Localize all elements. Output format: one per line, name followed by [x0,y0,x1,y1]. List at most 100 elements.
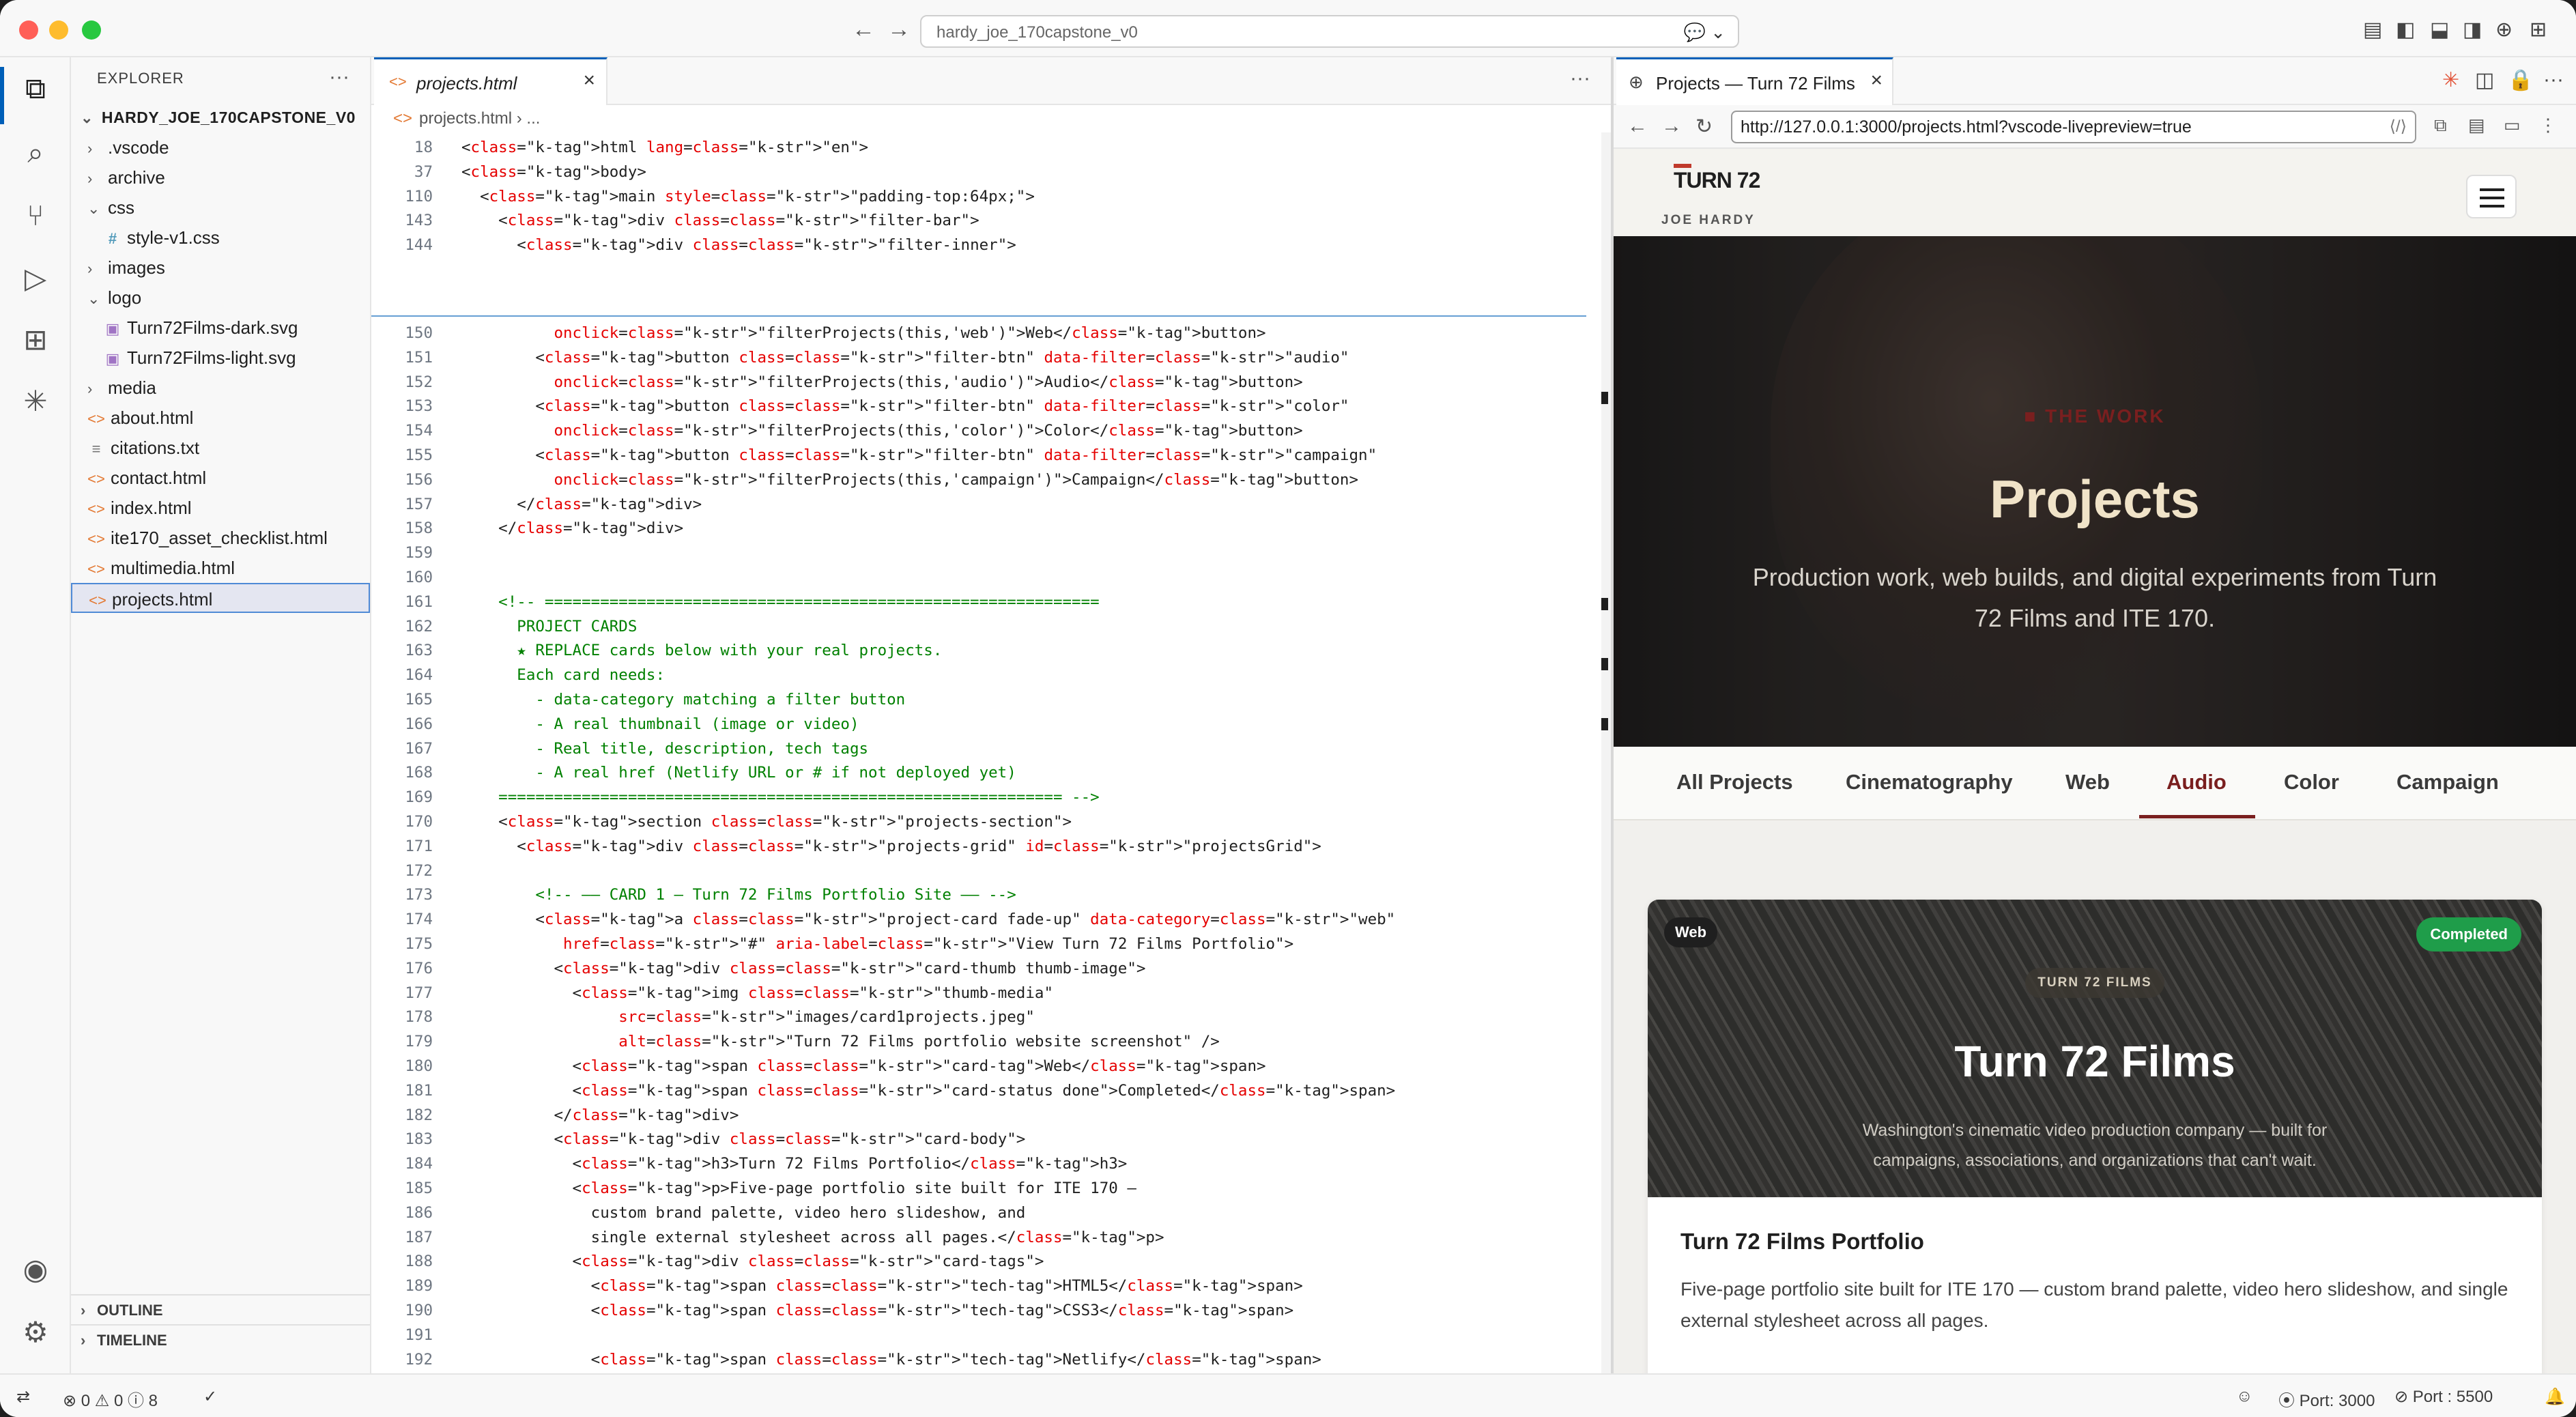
url-input[interactable]: http://127.0.0.1:3000/projects.html?vsco… [1731,111,2416,143]
more-actions-icon[interactable]: ⋮ [2539,115,2557,136]
code-line[interactable]: 181 <class="k-tag">span class=class="k-s… [371,1078,1586,1103]
code-line[interactable]: 159 [371,541,1586,565]
toggle-secondary-sidebar-icon[interactable]: ◨ [2463,18,2482,42]
breadcrumb-file[interactable]: projects.html [419,109,512,128]
code-line[interactable]: 190 <class="k-tag">span class=class="k-s… [371,1298,1586,1323]
back-arrow-icon[interactable]: ← [1627,115,1648,138]
file-item[interactable]: ▣ Turn72Films-light.svg [71,343,370,373]
customize-layout-icon[interactable]: ⊞ [2530,18,2547,42]
workspace-root[interactable]: ⌄ HARDY_JOE_170CAPSTONE_V0 [71,102,370,132]
close-tab-icon[interactable]: × [583,69,595,92]
code-line[interactable]: 168 - A real href (Netlify URL or # if n… [371,760,1586,785]
globe-icon[interactable]: ⊕ [2495,18,2513,42]
toggle-sidebar-icon[interactable]: ▤ [2363,18,2382,42]
file-item[interactable]: # style-v1.css [71,223,370,253]
breadcrumb-symbol[interactable]: ... [526,109,540,128]
code-line[interactable]: 166 - A real thumbnail (image or video) [371,712,1586,736]
code-line[interactable]: 187 single external stylesheet across al… [371,1225,1586,1250]
editor-scrollbar[interactable] [1601,132,1611,1373]
forward-arrow-icon[interactable]: → [887,16,911,43]
code-line[interactable]: 177 <class="k-tag">img class=class="k-st… [371,981,1586,1005]
site-logo[interactable]: TURN 72 [1674,164,1760,193]
code-line[interactable]: 186 custom brand palette, video hero sli… [371,1201,1586,1225]
lock-icon[interactable]: 🔒 [2508,68,2533,92]
code-line[interactable]: 172 [371,859,1586,883]
copilot-icon[interactable]: ☺ [2236,1387,2253,1406]
file-item[interactable]: <> about.html [71,403,370,433]
code-line[interactable]: 154 onclick=class="k-str">"filterProject… [371,418,1586,443]
file-item[interactable]: ≡ citations.txt [71,433,370,463]
filter-audio[interactable]: Audio [2166,770,2227,795]
code-line[interactable]: 174 <class="k-tag">a class=class="k-str"… [371,907,1586,932]
split-editor-icon[interactable]: ◫ [2475,68,2494,92]
code-line[interactable]: 161 <!-- ===============================… [371,590,1586,614]
code-line[interactable]: 160 [371,565,1586,590]
code-line[interactable]: 183 <class="k-tag">div class=class="k-st… [371,1127,1586,1151]
command-center[interactable]: hardy_joe_170capstone_v0 💬 ⌄ [920,15,1739,48]
code-line[interactable]: 173 <!-- —— CARD 1 — Turn 72 Films Portf… [371,883,1586,907]
code-line[interactable]: 167 - Real title, description, tech tags [371,736,1586,761]
code-line[interactable]: 155 <class="k-tag">button class=class="k… [371,443,1586,468]
code-line[interactable]: 37 <class="k-tag">body> [371,160,1586,184]
code-editor[interactable]: 18 <class="k-tag">html lang=class="k-str"… [371,132,1775,1417]
reload-icon[interactable]: ↻ [1695,115,1713,139]
code-line[interactable]: 153 <class="k-tag">button class=class="k… [371,394,1586,418]
code-line[interactable]: 179 alt=class="k-str">"Turn 72 Films por… [371,1029,1586,1054]
code-line[interactable]: 110 <class="k-tag">main style=class="k-s… [371,184,1586,209]
tab-projects-html[interactable]: <> projects.html × [374,57,607,105]
folder-item[interactable]: › archive [71,162,370,192]
filter-web[interactable]: Web [2065,770,2110,795]
back-arrow-icon[interactable]: ← [852,16,875,43]
close-window-button[interactable] [19,20,38,40]
more-actions-icon[interactable]: ··· [2543,68,2564,91]
code-line[interactable]: 185 <class="k-tag">p>Five-page portfolio… [371,1176,1586,1201]
code-line[interactable]: 175 href=class="k-str">"#" aria-label=cl… [371,932,1586,956]
open-in-browser-icon[interactable]: ⧉ [2434,115,2447,137]
file-item[interactable]: <> contact.html [71,463,370,493]
folder-item[interactable]: › .vscode [71,132,370,162]
code-line[interactable]: 156 onclick=class="k-str">"filterProject… [371,468,1586,492]
filter-all-projects[interactable]: All Projects [1676,770,1793,795]
code-line[interactable]: 18 <class="k-tag">html lang=class="k-str"… [371,135,1586,160]
code-line[interactable]: 189 <class="k-tag">span class=class="k-s… [371,1274,1586,1298]
more-actions-icon[interactable]: ··· [329,66,349,89]
folder-item[interactable]: ⌄ logo [71,283,370,313]
find-icon[interactable]: ▤ [2468,115,2485,136]
code-line[interactable]: 184 <class="k-tag">h3>Turn 72 Films Port… [371,1151,1586,1176]
code-line[interactable]: 143 <class="k-tag">div class=class="k-st… [371,208,1586,233]
explorer-files-icon[interactable]: ⧉ [16,70,55,108]
menu-hamburger-icon[interactable] [2466,175,2517,218]
remote-indicator-icon[interactable]: ⇄ [16,1387,30,1407]
editor-more-actions-icon[interactable]: ··· [1570,67,1590,90]
tab-live-preview[interactable]: ⊕ Projects — Turn 72 Films × [1616,57,1893,105]
timeline-section[interactable]: › TIMELINE [71,1324,370,1354]
code-line[interactable]: 191 [371,1323,1586,1347]
code-line[interactable]: 152 onclick=class="k-str">"filterProject… [371,370,1586,395]
outline-section[interactable]: › OUTLINE [71,1294,370,1324]
toggle-panel-icon[interactable]: ⬓ [2430,18,2449,42]
folder-item[interactable]: › images [71,253,370,283]
code-line[interactable]: 178 src=class="k-str">"images/card1proje… [371,1005,1586,1029]
code-line[interactable]: 157 </class="k-tag">div> [371,492,1586,517]
file-item[interactable]: <> projects.html [71,583,370,613]
run-debug-icon[interactable]: ▷ [16,259,55,298]
settings-gear-icon[interactable]: ⚙ [16,1313,55,1351]
file-item[interactable]: <> multimedia.html [71,553,370,583]
code-line[interactable]: 158 </class="k-tag">div> [371,516,1586,541]
accounts-icon[interactable]: ◉ [16,1250,55,1289]
code-line[interactable]: 192 <class="k-tag">span class=class="k-s… [371,1347,1586,1372]
filter-color[interactable]: Color [2284,770,2339,795]
toggle-primary-sidebar-icon[interactable]: ◧ [2396,18,2415,42]
code-line[interactable]: 165 - data-category matching a filter bu… [371,687,1586,712]
claude-icon[interactable]: ✳ [16,382,55,420]
project-card[interactable]: Web Completed TURN 72 FILMS Turn 72 Film… [1648,900,2542,1373]
code-line[interactable]: 151 <class="k-tag">button class=class="k… [371,345,1586,370]
code-line[interactable]: 162 PROJECT CARDS [371,614,1586,639]
copilot-chat-icon[interactable]: 💬 ⌄ [1684,22,1726,43]
code-line[interactable]: 170 <class="k-tag">section class=class="… [371,810,1586,834]
file-item[interactable]: ▣ Turn72Films-dark.svg [71,313,370,343]
close-tab-icon[interactable]: × [1870,69,1883,92]
extensions-icon[interactable]: ⊞ [16,321,55,359]
code-line[interactable]: 180 <class="k-tag">span class=class="k-s… [371,1054,1586,1078]
terminal-icon[interactable]: ▭ [2504,115,2521,136]
